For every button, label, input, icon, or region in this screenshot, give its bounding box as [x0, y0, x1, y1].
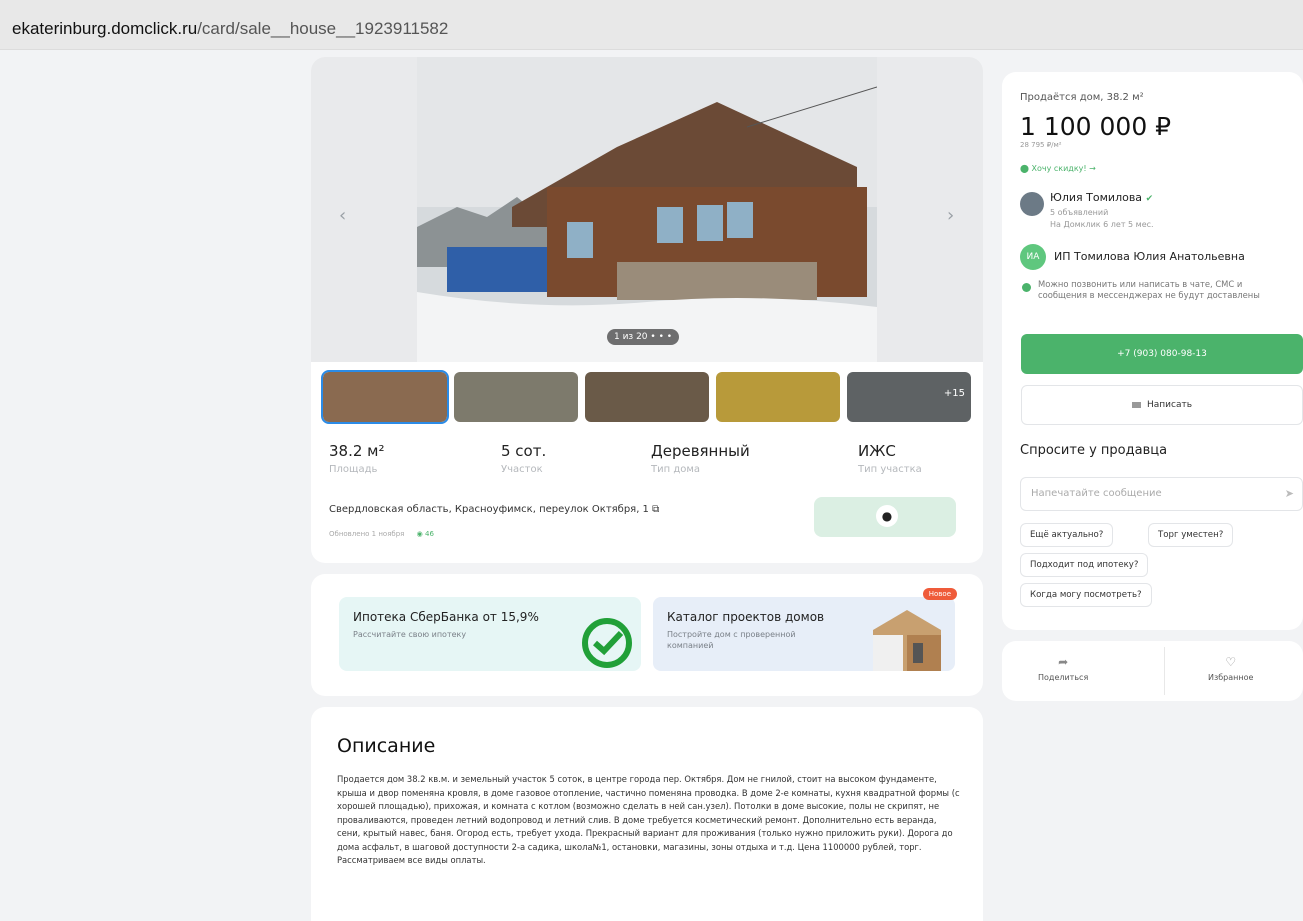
address: Свердловская область, Красноуфимск, пере…: [329, 504, 660, 515]
favorite-button[interactable]: ♡ Избранное: [1208, 655, 1253, 682]
shield-icon: [1022, 283, 1031, 292]
org-avatar: ИА: [1020, 244, 1046, 270]
map-preview[interactable]: ●: [814, 497, 956, 537]
quick-question-chip[interactable]: Подходит под ипотеку?: [1020, 553, 1149, 577]
photo-thumbnails: +15: [321, 370, 971, 424]
thumbnail[interactable]: [716, 372, 840, 422]
org-name[interactable]: ИП Томилова Юлия Анатольевна: [1054, 250, 1245, 263]
listing-card: ‹ › 1 из 20 • • • +15 38.2 м² Площадь 5 с…: [311, 57, 983, 563]
address-bar[interactable]: ekaterinburg.domclick.ru/card/sale__hous…: [0, 0, 1303, 50]
price-per-m2: 28 795 ₽/м²: [1020, 141, 1062, 149]
thumbnail[interactable]: [585, 372, 709, 422]
url-text[interactable]: ekaterinburg.domclick.ru/card/sale__hous…: [12, 19, 448, 39]
sber-mortgage-banner[interactable]: Ипотека СберБанка от 15,9% Рассчитайте с…: [339, 597, 641, 671]
agent-avatar[interactable]: [1020, 192, 1044, 216]
quick-question-chip[interactable]: Когда могу посмотреть?: [1020, 583, 1152, 607]
sber-logo-icon: [582, 618, 632, 668]
discount-icon: ⬤: [1020, 164, 1029, 173]
agent-listings: 5 объявлений: [1050, 208, 1109, 217]
thumbnail[interactable]: [454, 372, 578, 422]
stat-house-type: Деревянный Тип дома: [651, 442, 750, 475]
price: 1 100 000 ₽: [1020, 112, 1172, 141]
eye-icon: ◉: [416, 530, 423, 538]
send-icon[interactable]: ➤: [1285, 487, 1294, 500]
price-sidebar: Продаётся дом, 38.2 м² 1 100 000 ₽ 28 79…: [1002, 72, 1303, 630]
divider: [1164, 647, 1165, 695]
prev-photo-arrow-icon[interactable]: ‹: [339, 205, 346, 226]
house-illustration-icon: [873, 610, 941, 671]
quick-question-chip[interactable]: Торг уместен?: [1148, 523, 1234, 547]
copy-icon[interactable]: ⧉: [652, 504, 659, 515]
call-button[interactable]: +7 (903) 080-98-13: [1021, 334, 1303, 374]
agent-tenure: На Домклик 6 лет 5 мес.: [1050, 220, 1154, 229]
thumbnail-more[interactable]: +15: [847, 372, 971, 422]
description-heading: Описание: [337, 735, 436, 757]
discount-link[interactable]: ⬤ Хочу скидку! →: [1020, 164, 1096, 173]
stat-area: 38.2 м² Площадь: [329, 442, 385, 475]
description-card: Описание Продается дом 38.2 кв.м. и земе…: [311, 707, 983, 921]
share-button[interactable]: ➦ Поделиться: [1038, 655, 1088, 682]
thumbnail[interactable]: [321, 370, 449, 424]
next-photo-arrow-icon[interactable]: ›: [947, 205, 954, 226]
actions-card: ➦ Поделиться ♡ Избранное: [1002, 641, 1303, 701]
photo-gallery: ‹ › 1 из 20 • • •: [311, 57, 983, 362]
chat-icon: [1131, 401, 1141, 408]
listing-title: Продаётся дом, 38.2 м²: [1020, 92, 1144, 103]
stat-plot: 5 сот. Участок: [501, 442, 547, 475]
verified-icon: ✔: [1145, 194, 1154, 204]
stat-plot-type: ИЖС Тип участка: [858, 442, 922, 475]
main-photo[interactable]: [417, 57, 877, 362]
listing-meta: Обновлено 1 ноября ◉ 46: [329, 530, 434, 538]
contact-note: Можно позвонить или написать в чате, СМС…: [1038, 279, 1260, 300]
ask-seller-heading: Спросите у продавца: [1020, 443, 1168, 458]
promo-card: Ипотека СберБанка от 15,9% Рассчитайте с…: [311, 574, 983, 696]
house-catalog-banner[interactable]: Каталог проектов домов Постройте дом с п…: [653, 588, 957, 671]
photo-counter: 1 из 20 • • •: [607, 329, 680, 345]
property-stats: 38.2 м² Площадь 5 сот. Участок Деревянный Т…: [329, 442, 969, 482]
description-text: Продается дом 38.2 кв.м. и земельный уча…: [337, 774, 960, 865]
map-pin-icon: ●: [876, 505, 898, 527]
new-badge: Новое: [922, 588, 957, 600]
heart-icon: ♡: [1225, 655, 1237, 669]
agent-name[interactable]: Юлия Томилова ✔: [1050, 191, 1153, 204]
views-count: ◉ 46: [416, 530, 434, 538]
write-button[interactable]: Написать: [1021, 385, 1303, 425]
share-icon: ➦: [1058, 655, 1069, 669]
message-input[interactable]: Напечатайте сообщение ➤: [1020, 477, 1303, 511]
quick-question-chip[interactable]: Ещё актуально?: [1020, 523, 1114, 547]
